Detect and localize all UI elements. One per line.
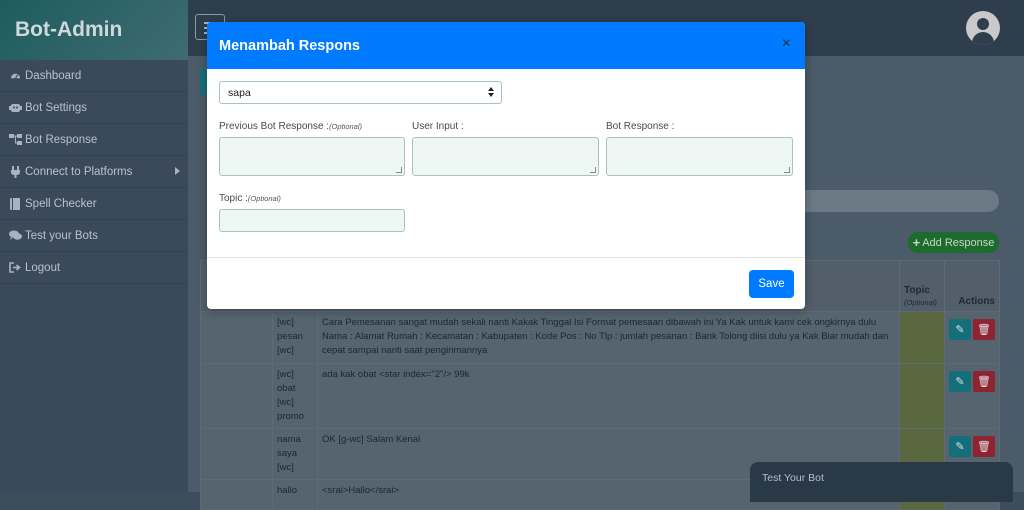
user-input-label: User Input :	[412, 121, 464, 132]
chevron-right-icon	[175, 167, 180, 175]
close-icon[interactable]: ×	[782, 36, 791, 52]
comments-icon	[8, 230, 22, 241]
test-your-bot-widget[interactable]: Test Your Bot	[750, 462, 1013, 502]
bot-response-label: Bot Response :	[606, 121, 675, 132]
delete-button[interactable]: 🗑	[973, 436, 995, 457]
topic-label: Topic :(Optional)	[219, 193, 281, 204]
sidebar-item-bot-response[interactable]: Bot Response	[0, 124, 188, 156]
user-input-cell: [wc] obat [wc] promo	[272, 363, 318, 429]
sidebar-item-label: Spell Checker	[25, 197, 97, 210]
select-arrows-icon	[488, 87, 494, 97]
book-icon	[8, 197, 22, 210]
sitemap-icon	[8, 134, 22, 145]
user-input-cell: [wc] pesan [wc]	[272, 311, 318, 364]
add-response-modal: Menambah Respons × sapa Previous Bot Res…	[207, 22, 805, 309]
sidebar-item-spell-checker[interactable]: Spell Checker	[0, 188, 188, 220]
sidebar-item-label: Bot Settings	[25, 101, 88, 114]
sidebar-item-dashboard[interactable]: Dashboard	[0, 60, 188, 92]
robot-icon	[8, 102, 22, 113]
test-your-bot-label: Test Your Bot	[762, 472, 824, 484]
modal-footer: Save	[207, 257, 805, 309]
edit-button[interactable]: ✎	[949, 436, 971, 457]
sidebar-item-label: Test your Bots	[25, 229, 98, 242]
sidebar-item-label: Logout	[25, 261, 61, 274]
table-header-topic: Topic (Optional)	[899, 260, 945, 312]
sidebar: Bot-Admin Dashboard Bot Settings Bot Res…	[0, 0, 188, 492]
sign-out-icon	[8, 262, 22, 273]
delete-button[interactable]: 🗑	[973, 319, 995, 340]
table-row: [wc] obat [wc] promo ada kak obat <star …	[200, 363, 1000, 429]
table-header-actions: Actions	[944, 260, 1000, 312]
modal-header: Menambah Respons ×	[207, 22, 805, 69]
save-button[interactable]: Save	[749, 270, 794, 298]
edit-button[interactable]: ✎	[949, 319, 971, 340]
bot-response-textarea[interactable]	[606, 137, 793, 176]
sidebar-item-bot-settings[interactable]: Bot Settings	[0, 92, 188, 124]
brand-logo[interactable]: Bot-Admin	[0, 0, 188, 60]
user-input-cell: nama saya [wc]	[272, 428, 318, 480]
sidebar-item-label: Connect to Platforms	[25, 165, 133, 178]
sidebar-item-logout[interactable]: Logout	[0, 252, 188, 284]
plug-icon	[8, 165, 22, 178]
dashboard-icon	[8, 70, 22, 81]
table-row: [wc] pesan [wc] Cara Pemesanan sangat mu…	[200, 311, 1000, 364]
plus-icon: +	[912, 235, 921, 250]
intent-select[interactable]: sapa	[219, 81, 502, 104]
user-input-textarea[interactable]	[412, 137, 599, 176]
edit-button[interactable]: ✎	[949, 371, 971, 392]
bot-response-cell: ada kak obat <star index="2"/> 99k	[317, 363, 900, 429]
modal-title: Menambah Respons	[219, 37, 360, 54]
sidebar-item-label: Bot Response	[25, 133, 98, 146]
add-response-label: Add Response	[922, 236, 995, 249]
sidebar-item-test-your-bots[interactable]: Test your Bots	[0, 220, 188, 252]
previous-bot-response-textarea[interactable]	[219, 137, 405, 176]
bot-response-cell: Cara Pemesanan sangat mudah sekali nanti…	[317, 311, 900, 364]
delete-button[interactable]: 🗑	[973, 371, 995, 392]
topic-input[interactable]	[219, 209, 405, 232]
sidebar-item-connect-to-platforms[interactable]: Connect to Platforms	[0, 156, 188, 188]
user-input-cell: hallo	[272, 479, 318, 510]
modal-body: sapa Previous Bot Response :(Optional) U…	[207, 69, 805, 257]
previous-bot-response-label: Previous Bot Response :(Optional)	[219, 121, 362, 132]
search-input[interactable]	[773, 190, 999, 212]
sidebar-item-label: Dashboard	[25, 69, 82, 82]
user-circle-icon[interactable]	[966, 11, 1000, 45]
intent-select-value: sapa	[228, 86, 251, 99]
brand-name: Bot-Admin	[15, 18, 123, 41]
add-response-button[interactable]: + Add Response	[908, 232, 999, 253]
